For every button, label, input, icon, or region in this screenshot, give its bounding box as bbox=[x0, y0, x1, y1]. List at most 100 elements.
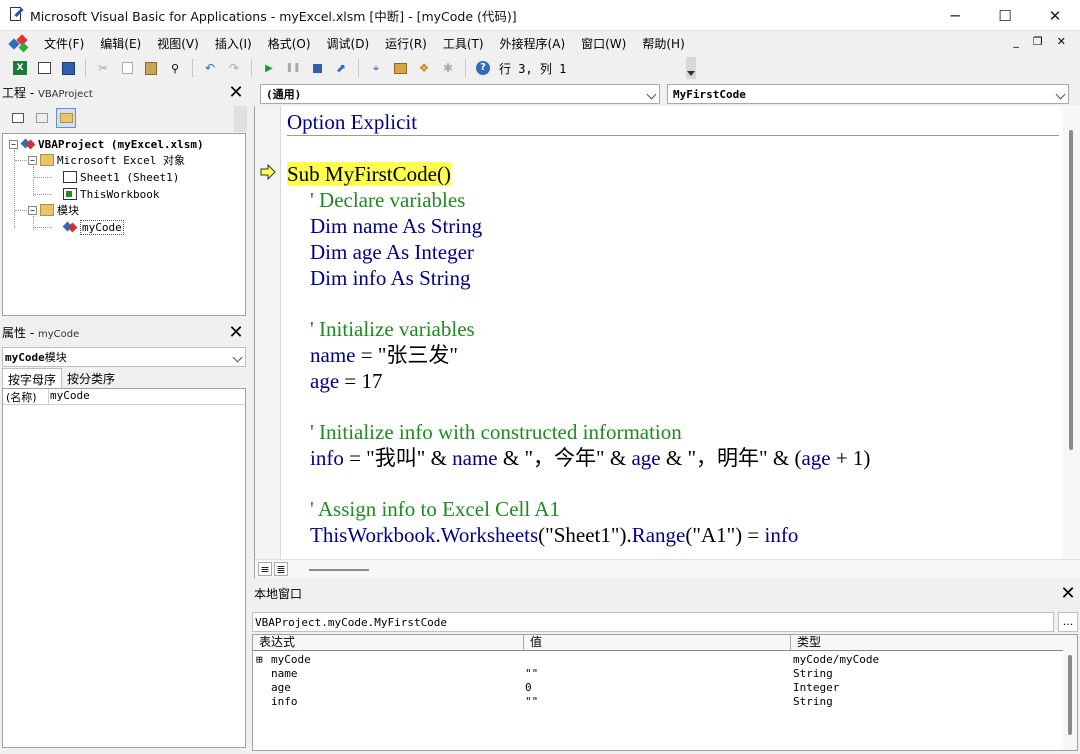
procedure-select[interactable]: MyFirstCode bbox=[667, 84, 1069, 104]
tree-item-vbaproject[interactable]: − VBAProject (myExcel.xlsm) bbox=[9, 136, 204, 152]
minimize-button[interactable]: ─ bbox=[930, 0, 980, 31]
locals-header: 本地窗口 ✕ bbox=[252, 582, 1080, 604]
toggle-folders-icon[interactable] bbox=[56, 108, 76, 128]
tree-item-sheet1[interactable]: Sheet1 (Sheet1) bbox=[63, 169, 179, 185]
save-icon[interactable] bbox=[58, 58, 78, 78]
tab-alphabetic[interactable]: 按字母序 bbox=[2, 368, 63, 388]
tree-item-thisworkbook[interactable]: ThisWorkbook bbox=[63, 186, 159, 202]
column-value[interactable]: 值 bbox=[524, 635, 791, 651]
break-icon[interactable]: ❚❚ bbox=[283, 58, 303, 78]
find-icon[interactable]: ⚲ bbox=[165, 58, 185, 78]
full-module-view-icon[interactable]: ≣ bbox=[274, 562, 288, 576]
menu-edit[interactable]: 编辑(E) bbox=[92, 35, 149, 52]
menu-run[interactable]: 运行(R) bbox=[377, 35, 435, 52]
project-explorer-icon[interactable]: ⌖ bbox=[366, 58, 386, 78]
chevron-down-icon[interactable] bbox=[232, 352, 243, 363]
copy-icon[interactable] bbox=[117, 58, 137, 78]
locals-table: 表达式 值 类型 ⊞ myCode myCode/myCode name "" … bbox=[252, 634, 1078, 751]
code-comment-declare: ' Declare variables bbox=[310, 188, 466, 212]
collapse-icon[interactable]: − bbox=[28, 155, 37, 165]
value-cell[interactable]: 0 bbox=[525, 681, 532, 695]
table-row[interactable]: ⊞ myCode myCode/myCode bbox=[253, 653, 1063, 667]
property-row-name[interactable]: (名称) myCode bbox=[3, 389, 245, 405]
view-code-icon[interactable] bbox=[8, 108, 28, 128]
reset-icon[interactable] bbox=[307, 58, 327, 78]
code-line-dim-name: Dim name As String bbox=[310, 214, 483, 238]
menu-debug[interactable]: 调试(D) bbox=[319, 35, 378, 52]
menu-insert[interactable]: 插入(I) bbox=[207, 35, 260, 52]
collapse-icon[interactable]: − bbox=[28, 205, 37, 215]
scroll-thumb[interactable] bbox=[1068, 655, 1072, 735]
code-horizontal-scrollbar[interactable]: ≡ ≣ bbox=[255, 559, 1080, 578]
table-row[interactable]: age 0 Integer bbox=[253, 681, 1063, 695]
expand-icon[interactable]: ⊞ bbox=[256, 653, 263, 667]
title-bar: Microsoft Visual Basic for Applications … bbox=[0, 0, 1080, 31]
menu-view[interactable]: 视图(V) bbox=[149, 35, 207, 52]
column-type[interactable]: 类型 bbox=[791, 635, 1063, 651]
chevron-down-icon[interactable] bbox=[1055, 89, 1066, 100]
close-button[interactable]: ✕ bbox=[1030, 0, 1080, 31]
menu-addins[interactable]: 外接程序(A) bbox=[492, 35, 574, 52]
procedure-separator bbox=[287, 135, 1059, 136]
project-explorer-header: 工程 - VBAProject ✕ bbox=[0, 81, 248, 103]
object-select[interactable]: (通用) bbox=[260, 84, 660, 104]
tab-categorized[interactable]: 按分类序 bbox=[62, 368, 120, 388]
locals-vertical-scrollbar[interactable] bbox=[1063, 635, 1077, 750]
table-row[interactable]: name "" String bbox=[253, 667, 1063, 681]
project-toolbar-scroll[interactable] bbox=[234, 106, 247, 132]
tree-item-modules[interactable]: − 模块 bbox=[28, 202, 79, 218]
tree-label-vbaproject: VBAProject (myExcel.xlsm) bbox=[38, 137, 204, 151]
maximize-button[interactable]: ☐ bbox=[980, 0, 1030, 31]
value-cell[interactable]: "" bbox=[525, 695, 538, 709]
properties-close-icon[interactable]: ✕ bbox=[226, 322, 246, 343]
call-stack-button[interactable]: ... bbox=[1058, 612, 1078, 632]
vba-menu-icon[interactable] bbox=[8, 34, 30, 53]
code-margin[interactable] bbox=[255, 106, 281, 559]
cut-icon[interactable]: ✂ bbox=[93, 58, 113, 78]
insert-module-icon[interactable] bbox=[34, 58, 54, 78]
folder-icon bbox=[40, 154, 54, 166]
code-line-assign-name: name = "张三发" bbox=[310, 343, 458, 367]
undo-icon[interactable]: ↶ bbox=[200, 58, 220, 78]
toolbar-options-icon[interactable] bbox=[686, 57, 696, 79]
expr-cell: name bbox=[271, 667, 298, 680]
scroll-thumb[interactable] bbox=[1069, 130, 1073, 450]
column-expression[interactable]: 表达式 bbox=[253, 635, 524, 651]
procedure-view-icon[interactable]: ≡ bbox=[258, 562, 272, 576]
view-object-icon[interactable] bbox=[32, 108, 52, 128]
properties-object-select[interactable]: myCode 模块 bbox=[2, 347, 246, 367]
mdi-minimize-button[interactable]: _ bbox=[1013, 35, 1019, 48]
collapse-icon[interactable]: − bbox=[9, 139, 18, 149]
help-icon[interactable]: ? bbox=[473, 58, 493, 78]
tree-item-excel-objects[interactable]: − Microsoft Excel 对象 bbox=[28, 152, 185, 168]
mdi-close-button[interactable]: ✕ bbox=[1057, 35, 1066, 48]
redo-icon[interactable]: ↷ bbox=[224, 58, 244, 78]
excel-view-icon[interactable]: X bbox=[10, 58, 30, 78]
mdi-restore-button[interactable]: ❐ bbox=[1033, 35, 1043, 48]
menu-help[interactable]: 帮助(H) bbox=[634, 35, 692, 52]
code-vertical-scrollbar[interactable] bbox=[1063, 106, 1080, 559]
worksheet-icon bbox=[63, 171, 77, 183]
tree-label-thisworkbook: ThisWorkbook bbox=[80, 187, 160, 201]
menu-file[interactable]: 文件(F) bbox=[36, 35, 92, 52]
locals-context: VBAProject.myCode.MyFirstCode bbox=[252, 612, 1054, 632]
paste-icon[interactable] bbox=[141, 58, 161, 78]
locals-close-icon[interactable]: ✕ bbox=[1058, 583, 1078, 604]
menu-window[interactable]: 窗口(W) bbox=[573, 35, 634, 52]
code-editor[interactable]: Option Explicit Sub MyFirstCode() ' Decl… bbox=[254, 106, 1080, 578]
tree-item-mycode[interactable]: myCode bbox=[63, 219, 124, 235]
menu-format[interactable]: 格式(O) bbox=[260, 35, 319, 52]
property-value[interactable]: myCode bbox=[49, 389, 90, 404]
table-row[interactable]: info "" String bbox=[253, 695, 1063, 709]
menu-tools[interactable]: 工具(T) bbox=[435, 35, 492, 52]
project-explorer-close-icon[interactable]: ✕ bbox=[226, 82, 246, 103]
design-mode-icon[interactable]: ⬈ bbox=[331, 58, 351, 78]
value-cell[interactable]: "" bbox=[525, 667, 538, 681]
object-browser-icon[interactable]: ❖ bbox=[414, 58, 434, 78]
toolbox-icon[interactable]: ✱ bbox=[438, 58, 458, 78]
scroll-thumb[interactable] bbox=[309, 569, 369, 571]
object-select-value: (通用) bbox=[266, 88, 302, 101]
properties-window-icon[interactable] bbox=[390, 58, 410, 78]
chevron-down-icon[interactable] bbox=[646, 89, 657, 100]
run-icon[interactable]: ▶ bbox=[259, 58, 279, 78]
